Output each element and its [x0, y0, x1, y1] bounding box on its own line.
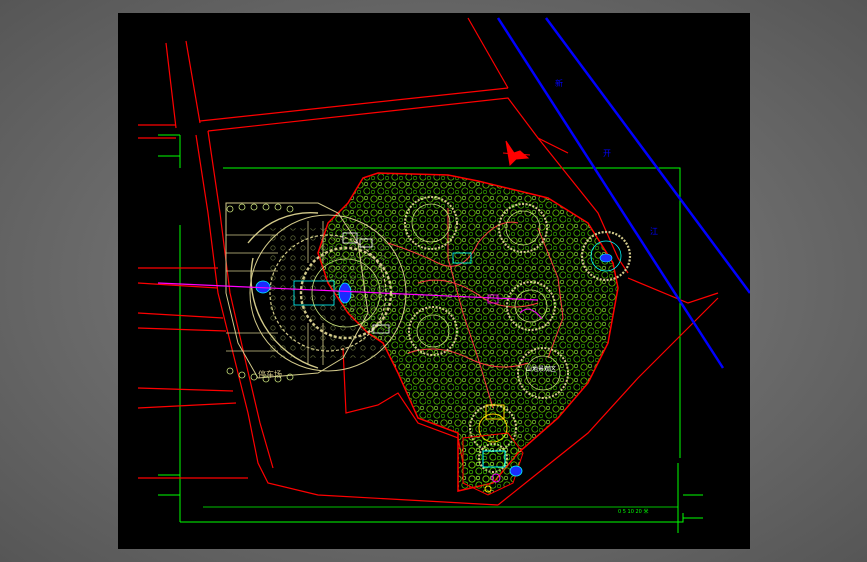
parking-label: 停车场 — [258, 369, 282, 379]
road-label-1: 新 — [555, 78, 563, 88]
north-arrow-icon — [502, 140, 531, 167]
site-plan-drawing: 停车场 新 开 江 山地景观区 0 5 10 20 米 — [137, 17, 750, 533]
road-label-2: 开 — [603, 149, 611, 158]
road-label-3: 江 — [650, 227, 658, 236]
area-label: 山地景观区 — [526, 365, 556, 373]
cad-viewport[interactable]: 停车场 新 开 江 山地景观区 0 5 10 20 米 — [118, 13, 750, 549]
screen: 停车场 新 开 江 山地景观区 0 5 10 20 米 — [0, 0, 867, 562]
scale-note: 0 5 10 20 米 — [618, 508, 648, 515]
